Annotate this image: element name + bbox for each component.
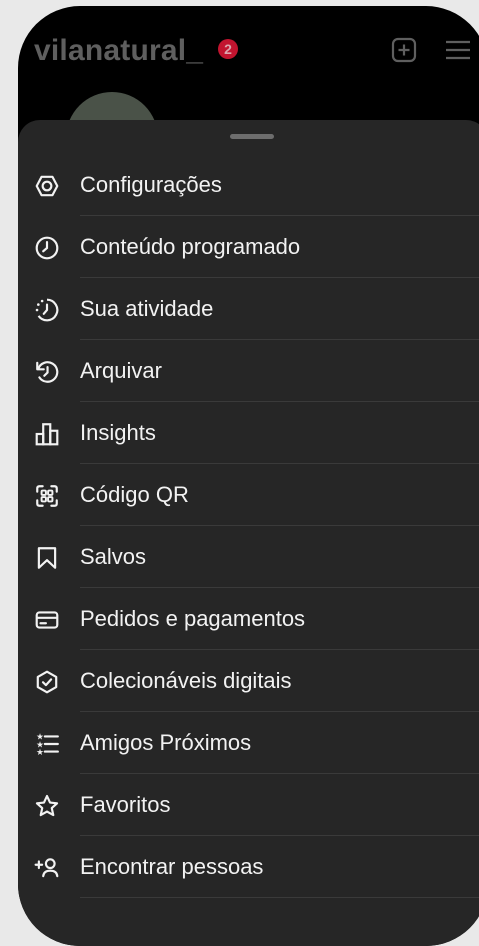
menu-item-label: Pedidos e pagamentos (80, 606, 306, 631)
menu-item-arquivar[interactable]: Arquivar (18, 340, 479, 402)
settings-gear-icon (34, 173, 60, 199)
menu-item-label: Salvos (80, 544, 147, 569)
menu-item-label: Sua atividade (80, 296, 214, 321)
menu-item-favoritos[interactable]: Favoritos (18, 774, 479, 836)
menu-item-codigo-qr[interactable]: Código QR (18, 464, 479, 526)
menu-item-label: Insights (80, 420, 156, 445)
hamburger-menu-icon[interactable] (444, 36, 472, 64)
close-friends-list-icon: ★ ★ ★ (34, 731, 60, 757)
clock-icon (34, 235, 60, 261)
menu-item-label: Encontrar pessoas (80, 854, 264, 879)
verified-shield-icon (34, 669, 60, 695)
menu-item-sua-atividade[interactable]: Sua atividade (18, 278, 479, 340)
bookmark-icon (34, 545, 60, 571)
archive-history-icon (34, 359, 60, 385)
menu-item-insights[interactable]: Insights (18, 402, 479, 464)
options-bottom-sheet: Configurações Conteúdo programado Sua at… (18, 120, 479, 946)
profile-header: vilanatural_ 2 (18, 6, 479, 184)
add-person-icon (34, 855, 60, 881)
menu-item-amigos-proximos[interactable]: ★ ★ ★ Amigos Próximos (18, 712, 479, 774)
menu-item-label: Configurações (80, 172, 222, 197)
qr-code-icon (34, 483, 60, 509)
menu-item-salvos[interactable]: Salvos (18, 526, 479, 588)
bar-chart-icon (34, 421, 60, 447)
options-menu: Configurações Conteúdo programado Sua at… (18, 154, 479, 898)
menu-item-label: Conteúdo programado (80, 234, 301, 259)
profile-username[interactable]: vilanatural_ (34, 34, 203, 68)
menu-item-label: Arquivar (80, 358, 162, 383)
notification-badge: 2 (218, 39, 238, 59)
activity-clock-icon (34, 297, 60, 323)
star-icon (34, 793, 60, 819)
sheet-drag-handle[interactable] (230, 134, 274, 139)
menu-item-colecionaveis-digitais[interactable]: Colecionáveis digitais (18, 650, 479, 712)
menu-item-encontrar-pessoas[interactable]: Encontrar pessoas (18, 836, 479, 898)
menu-item-label: Colecionáveis digitais (80, 668, 292, 693)
svg-text:★: ★ (36, 748, 44, 757)
menu-item-label: Favoritos (80, 792, 171, 817)
menu-item-pedidos-e-pagamentos[interactable]: Pedidos e pagamentos (18, 588, 479, 650)
phone-frame: vilanatural_ 2 Configurações Conteúdo pr… (18, 6, 479, 946)
menu-item-configuracoes[interactable]: Configurações (18, 154, 479, 216)
menu-item-label: Amigos Próximos (80, 730, 252, 755)
credit-card-icon (34, 607, 60, 633)
plus-square-icon[interactable] (390, 36, 418, 64)
menu-item-label: Código QR (80, 482, 189, 507)
menu-item-conteudo-programado[interactable]: Conteúdo programado (18, 216, 479, 278)
divider (80, 897, 479, 898)
